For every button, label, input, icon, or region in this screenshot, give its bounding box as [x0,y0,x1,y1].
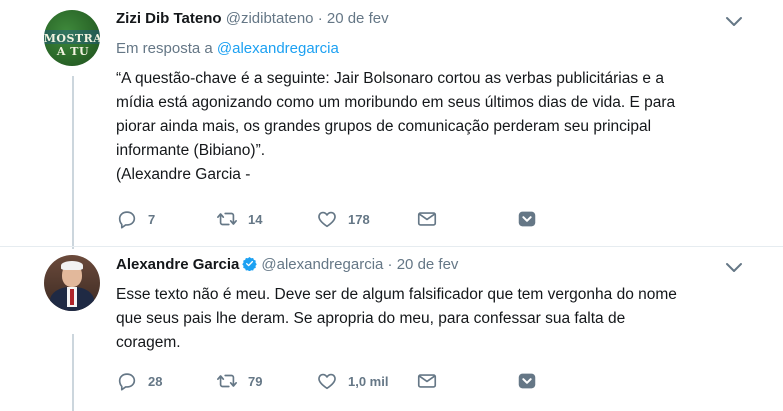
like-button[interactable]: 1,0 mil [316,370,388,392]
tweet-actions: 28 79 1,0 mil [116,370,546,392]
reply-icon [118,373,136,391]
tweet-actions: 7 14 178 [116,208,546,230]
like-count: 178 [348,211,370,227]
message-icon [417,212,437,226]
message-button[interactable] [416,370,438,392]
tweet-header: Alexandre Garcia @alexandregarcia · 20 d… [116,256,458,273]
display-name[interactable]: Alexandre Garcia [116,256,239,273]
bookmark-button[interactable] [516,370,538,392]
retweet-count: 14 [248,211,263,227]
tweet-alexandre[interactable]: Alexandre Garcia @alexandregarcia · 20 d… [0,0,783,391]
tweet-text-line: coragem. [116,334,181,351]
reply-button[interactable]: 28 [116,370,162,392]
reply-icon [118,211,136,229]
bookmark-button[interactable] [516,208,538,230]
retweet-button[interactable]: 79 [216,370,262,392]
like-count: 1,0 mil [348,373,389,389]
reply-count: 7 [148,211,156,227]
like-icon [318,211,336,228]
retweet-button[interactable]: 14 [216,208,262,230]
tweet-text-line: que seus pais lhe deram. Se apropria do … [116,310,626,327]
retweet-icon [217,374,237,388]
like-icon [318,373,336,390]
like-button[interactable]: 178 [316,208,370,230]
thread-connector-line-bottom [72,334,74,411]
tweet-text-line: (Alexandre Garcia - [116,166,251,183]
verified-badge-icon [242,256,258,271]
bookmark-icon [518,211,536,227]
message-button[interactable] [416,208,438,230]
avatar[interactable] [44,255,100,311]
message-icon [417,374,437,388]
separator-dot: · [387,256,393,273]
caret-down-icon[interactable] [725,262,743,274]
retweet-icon [217,212,237,226]
tweet-divider [0,246,783,247]
reply-button[interactable]: 7 [116,208,155,230]
reply-count: 28 [148,373,163,389]
user-handle[interactable]: @alexandregarcia [261,256,383,273]
bookmark-icon [518,373,536,389]
timestamp[interactable]: 20 de fev [397,256,459,273]
tweet-text-line: Esse texto não é meu. Deve ser de algum … [116,286,677,303]
retweet-count: 79 [248,373,263,389]
tweet-text: Esse texto não é meu. Deve ser de algum … [116,283,736,355]
